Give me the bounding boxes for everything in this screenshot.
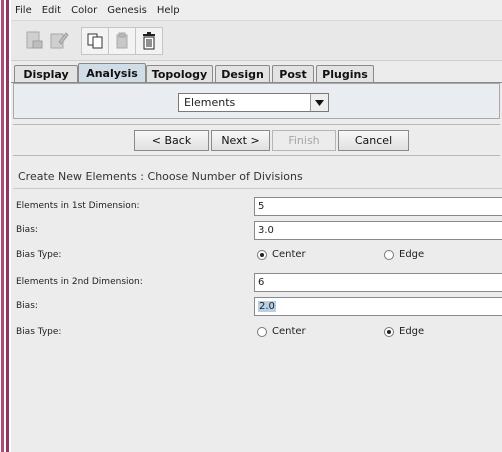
bias2-value-selected: 2.0 — [258, 301, 276, 312]
radio-label: Center — [272, 326, 306, 337]
analysis-type-dropdown[interactable]: Elements — [178, 93, 329, 112]
paste-icon — [116, 32, 128, 49]
edit-document-button[interactable] — [46, 27, 72, 53]
radio-label: Center — [272, 249, 306, 260]
elements-dim2-value: 6 — [258, 277, 265, 288]
tab-display[interactable]: Display — [14, 65, 78, 82]
menu-edit[interactable]: Edit — [37, 5, 66, 16]
new-document-icon — [26, 31, 43, 49]
menu-file[interactable]: File — [11, 5, 37, 16]
window-frame-left — [0, 0, 11, 452]
bias-type2-center-option[interactable]: Center — [257, 326, 306, 337]
wizard-button-bar: < Back Next > Finish Cancel — [13, 124, 500, 156]
new-document-button[interactable] — [21, 27, 47, 53]
radio-unselected-icon[interactable] — [257, 326, 267, 337]
title-divider — [13, 188, 502, 189]
menu-help[interactable]: Help — [152, 5, 185, 16]
bias1-label: Bias: — [16, 225, 38, 235]
bias-type1-edge-option[interactable]: Edge — [384, 249, 424, 260]
form-title: Create New Elements : Choose Number of D… — [18, 170, 303, 183]
bias2-input[interactable]: 2.0 — [254, 297, 502, 316]
elements-dim1-value: 5 — [258, 201, 265, 212]
paste-button[interactable] — [108, 27, 136, 55]
frame-stripe — [6, 0, 9, 452]
analysis-selector-panel: Elements — [13, 83, 500, 119]
tab-post[interactable]: Post — [272, 65, 314, 82]
menu-genesis[interactable]: Genesis — [102, 5, 152, 16]
tab-plugins[interactable]: Plugins — [316, 65, 374, 82]
bias-type1-center-option[interactable]: Center — [257, 249, 306, 260]
delete-button[interactable] — [135, 27, 163, 55]
dropdown-arrow-button[interactable] — [310, 94, 328, 111]
copy-button[interactable] — [81, 27, 109, 55]
triangle-down-icon — [315, 99, 324, 106]
tab-topology[interactable]: Topology — [146, 65, 213, 82]
back-button[interactable]: < Back — [134, 130, 209, 151]
application-window: File Edit Color Genesis Help Display Ana… — [11, 0, 502, 452]
edit-document-icon — [50, 32, 69, 49]
next-button[interactable]: Next > — [211, 130, 270, 151]
bias-type1-label: Bias Type: — [16, 250, 62, 260]
elements-dim1-input[interactable]: 5 — [254, 197, 502, 216]
radio-unselected-icon[interactable] — [384, 249, 394, 260]
toolbar — [11, 21, 502, 61]
bias2-label: Bias: — [16, 301, 38, 311]
elements-dim2-input[interactable]: 6 — [254, 273, 502, 292]
cancel-button[interactable]: Cancel — [338, 130, 409, 151]
bias-type2-label: Bias Type: — [16, 327, 62, 337]
elements-dim2-label: Elements in 2nd Dimension: — [16, 277, 143, 287]
radio-label: Edge — [399, 249, 425, 260]
bias1-input[interactable]: 3.0 — [254, 221, 502, 240]
tab-bar: Display Analysis Topology Design Post Pl… — [11, 63, 502, 83]
radio-label: Edge — [399, 326, 425, 337]
dropdown-value: Elements — [184, 96, 236, 109]
menu-color[interactable]: Color — [66, 5, 102, 16]
finish-button[interactable]: Finish — [272, 130, 336, 151]
radio-selected-icon[interactable] — [257, 249, 267, 260]
bias1-value: 3.0 — [258, 225, 274, 236]
elements-dim1-label: Elements in 1st Dimension: — [16, 201, 140, 211]
menu-bar: File Edit Color Genesis Help — [11, 0, 502, 21]
frame-stripe — [1, 0, 4, 452]
tab-analysis[interactable]: Analysis — [78, 63, 146, 83]
copy-icon — [87, 33, 103, 49]
tab-design[interactable]: Design — [215, 65, 270, 82]
trash-icon — [143, 32, 155, 50]
bias-type2-edge-option[interactable]: Edge — [384, 326, 424, 337]
radio-selected-icon[interactable] — [384, 326, 394, 337]
